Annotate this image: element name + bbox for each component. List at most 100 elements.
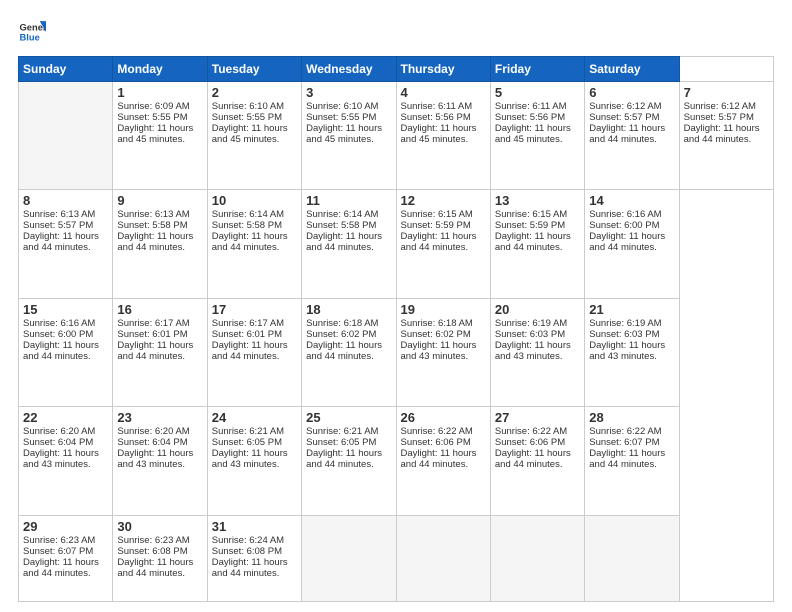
- day-number: 11: [306, 193, 391, 208]
- daylight-text: Daylight: 11 hours and 44 minutes.: [212, 557, 288, 579]
- sunrise-text: Sunrise: 6:21 AM: [212, 426, 284, 437]
- calendar-cell: 16Sunrise: 6:17 AMSunset: 6:01 PMDayligh…: [113, 298, 207, 406]
- daylight-text: Daylight: 11 hours and 45 minutes.: [306, 123, 382, 145]
- logo-icon: General Blue: [18, 18, 46, 46]
- day-number: 5: [495, 85, 580, 100]
- day-number: 3: [306, 85, 391, 100]
- calendar-cell: 27Sunrise: 6:22 AMSunset: 6:06 PMDayligh…: [490, 407, 584, 515]
- page: General Blue SundayMondayTuesdayWednesda…: [0, 0, 792, 612]
- day-number: 22: [23, 410, 108, 425]
- calendar-cell: [396, 515, 490, 601]
- sunset-text: Sunset: 5:57 PM: [684, 112, 754, 123]
- daylight-text: Daylight: 11 hours and 45 minutes.: [212, 123, 288, 145]
- calendar-cell: 22Sunrise: 6:20 AMSunset: 6:04 PMDayligh…: [19, 407, 113, 515]
- sunrise-text: Sunrise: 6:17 AM: [117, 318, 189, 329]
- header: General Blue: [18, 18, 774, 46]
- sunset-text: Sunset: 5:58 PM: [212, 220, 282, 231]
- col-header-friday: Friday: [490, 57, 584, 82]
- calendar-cell: 11Sunrise: 6:14 AMSunset: 5:58 PMDayligh…: [302, 190, 396, 298]
- sunset-text: Sunset: 6:06 PM: [495, 437, 565, 448]
- sunrise-text: Sunrise: 6:15 AM: [401, 209, 473, 220]
- sunset-text: Sunset: 6:05 PM: [212, 437, 282, 448]
- daylight-text: Daylight: 11 hours and 45 minutes.: [117, 123, 193, 145]
- daylight-text: Daylight: 11 hours and 44 minutes.: [495, 231, 571, 253]
- calendar-cell: 20Sunrise: 6:19 AMSunset: 6:03 PMDayligh…: [490, 298, 584, 406]
- calendar-cell: 30Sunrise: 6:23 AMSunset: 6:08 PMDayligh…: [113, 515, 207, 601]
- daylight-text: Daylight: 11 hours and 44 minutes.: [589, 448, 665, 470]
- daylight-text: Daylight: 11 hours and 45 minutes.: [401, 123, 477, 145]
- daylight-text: Daylight: 11 hours and 43 minutes.: [589, 340, 665, 362]
- logo: General Blue: [18, 18, 46, 46]
- sunset-text: Sunset: 6:00 PM: [23, 329, 93, 340]
- sunrise-text: Sunrise: 6:22 AM: [401, 426, 473, 437]
- calendar-cell: 14Sunrise: 6:16 AMSunset: 6:00 PMDayligh…: [585, 190, 679, 298]
- daylight-text: Daylight: 11 hours and 44 minutes.: [306, 340, 382, 362]
- calendar-cell: 6Sunrise: 6:12 AMSunset: 5:57 PMDaylight…: [585, 82, 679, 190]
- sunset-text: Sunset: 5:57 PM: [589, 112, 659, 123]
- sunrise-text: Sunrise: 6:18 AM: [306, 318, 378, 329]
- sunset-text: Sunset: 6:05 PM: [306, 437, 376, 448]
- calendar-cell: 1Sunrise: 6:09 AMSunset: 5:55 PMDaylight…: [113, 82, 207, 190]
- daylight-text: Daylight: 11 hours and 44 minutes.: [589, 231, 665, 253]
- calendar-cell: 29Sunrise: 6:23 AMSunset: 6:07 PMDayligh…: [19, 515, 113, 601]
- col-header-thursday: Thursday: [396, 57, 490, 82]
- sunrise-text: Sunrise: 6:11 AM: [401, 101, 473, 112]
- calendar-cell: 31Sunrise: 6:24 AMSunset: 6:08 PMDayligh…: [207, 515, 301, 601]
- sunset-text: Sunset: 5:55 PM: [117, 112, 187, 123]
- calendar-cell: 4Sunrise: 6:11 AMSunset: 5:56 PMDaylight…: [396, 82, 490, 190]
- daylight-text: Daylight: 11 hours and 44 minutes.: [117, 231, 193, 253]
- sunset-text: Sunset: 6:04 PM: [23, 437, 93, 448]
- sunrise-text: Sunrise: 6:15 AM: [495, 209, 567, 220]
- daylight-text: Daylight: 11 hours and 44 minutes.: [212, 340, 288, 362]
- sunset-text: Sunset: 5:58 PM: [306, 220, 376, 231]
- col-header-monday: Monday: [113, 57, 207, 82]
- day-number: 26: [401, 410, 486, 425]
- daylight-text: Daylight: 11 hours and 44 minutes.: [401, 448, 477, 470]
- sunrise-text: Sunrise: 6:22 AM: [589, 426, 661, 437]
- day-number: 29: [23, 519, 108, 534]
- calendar-cell: 25Sunrise: 6:21 AMSunset: 6:05 PMDayligh…: [302, 407, 396, 515]
- day-number: 25: [306, 410, 391, 425]
- calendar-cell: 10Sunrise: 6:14 AMSunset: 5:58 PMDayligh…: [207, 190, 301, 298]
- daylight-text: Daylight: 11 hours and 44 minutes.: [212, 231, 288, 253]
- day-number: 18: [306, 302, 391, 317]
- col-header-saturday: Saturday: [585, 57, 679, 82]
- col-header-sunday: Sunday: [19, 57, 113, 82]
- sunset-text: Sunset: 5:56 PM: [495, 112, 565, 123]
- day-number: 17: [212, 302, 297, 317]
- sunrise-text: Sunrise: 6:10 AM: [306, 101, 378, 112]
- sunset-text: Sunset: 6:02 PM: [306, 329, 376, 340]
- daylight-text: Daylight: 11 hours and 44 minutes.: [23, 557, 99, 579]
- day-number: 4: [401, 85, 486, 100]
- daylight-text: Daylight: 11 hours and 44 minutes.: [306, 231, 382, 253]
- calendar-cell: 12Sunrise: 6:15 AMSunset: 5:59 PMDayligh…: [396, 190, 490, 298]
- calendar-cell: 2Sunrise: 6:10 AMSunset: 5:55 PMDaylight…: [207, 82, 301, 190]
- sunset-text: Sunset: 6:07 PM: [23, 546, 93, 557]
- sunrise-text: Sunrise: 6:17 AM: [212, 318, 284, 329]
- sunset-text: Sunset: 6:07 PM: [589, 437, 659, 448]
- day-number: 9: [117, 193, 202, 208]
- day-number: 27: [495, 410, 580, 425]
- daylight-text: Daylight: 11 hours and 45 minutes.: [495, 123, 571, 145]
- sunset-text: Sunset: 6:02 PM: [401, 329, 471, 340]
- sunset-text: Sunset: 6:01 PM: [212, 329, 282, 340]
- sunrise-text: Sunrise: 6:22 AM: [495, 426, 567, 437]
- day-number: 24: [212, 410, 297, 425]
- day-number: 2: [212, 85, 297, 100]
- sunset-text: Sunset: 6:00 PM: [589, 220, 659, 231]
- sunrise-text: Sunrise: 6:12 AM: [684, 101, 756, 112]
- sunrise-text: Sunrise: 6:21 AM: [306, 426, 378, 437]
- sunset-text: Sunset: 5:55 PM: [306, 112, 376, 123]
- sunrise-text: Sunrise: 6:11 AM: [495, 101, 567, 112]
- sunrise-text: Sunrise: 6:13 AM: [117, 209, 189, 220]
- sunset-text: Sunset: 6:03 PM: [589, 329, 659, 340]
- sunrise-text: Sunrise: 6:16 AM: [589, 209, 661, 220]
- daylight-text: Daylight: 11 hours and 44 minutes.: [23, 340, 99, 362]
- daylight-text: Daylight: 11 hours and 44 minutes.: [684, 123, 760, 145]
- daylight-text: Daylight: 11 hours and 43 minutes.: [495, 340, 571, 362]
- calendar-cell: 17Sunrise: 6:17 AMSunset: 6:01 PMDayligh…: [207, 298, 301, 406]
- day-number: 31: [212, 519, 297, 534]
- sunset-text: Sunset: 6:04 PM: [117, 437, 187, 448]
- day-number: 23: [117, 410, 202, 425]
- day-number: 10: [212, 193, 297, 208]
